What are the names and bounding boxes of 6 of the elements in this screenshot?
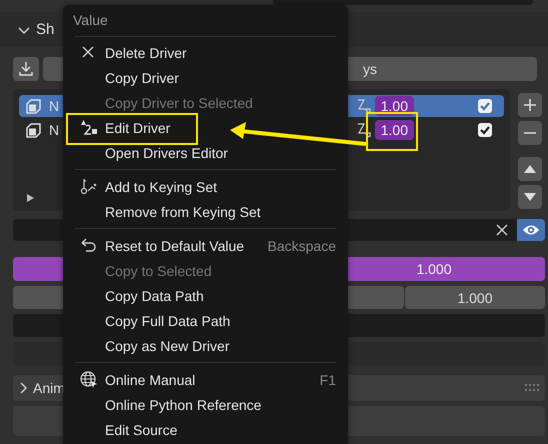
row-label: N — [49, 122, 60, 138]
shortcut-label: F1 — [320, 372, 336, 388]
row-label: N — [49, 98, 60, 114]
shortcut-label: Backspace — [268, 238, 336, 254]
subpanel-title: Sh — [36, 21, 54, 38]
menu-title: Value — [73, 11, 108, 30]
